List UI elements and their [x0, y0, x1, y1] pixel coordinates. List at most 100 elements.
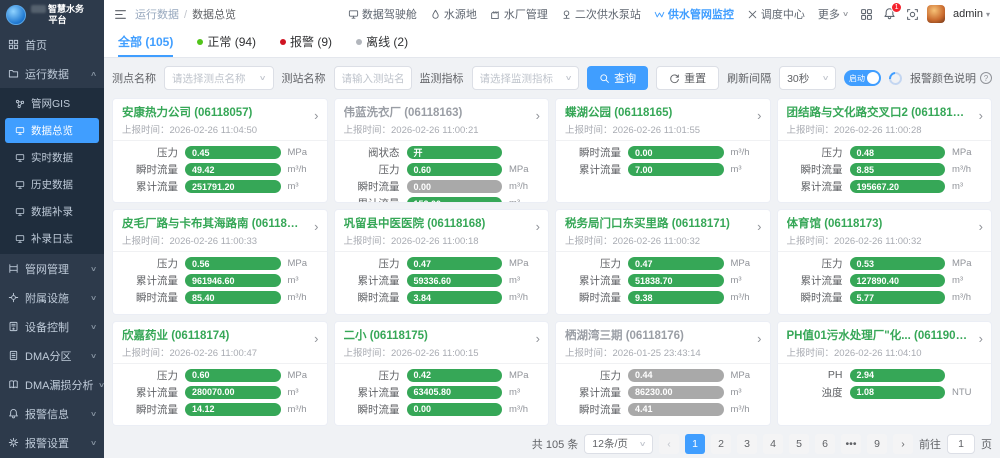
- search-button[interactable]: 查询: [587, 66, 649, 90]
- chevron-right-icon[interactable]: ›: [314, 109, 318, 122]
- station-card[interactable]: 税务局门口东买里路 (06118171) 上报时间：2026-02-26 11:0…: [555, 209, 771, 315]
- metric-unit: m³: [287, 386, 299, 398]
- sidebar-item-dma-leak[interactable]: DMA漏损分析∨: [0, 370, 104, 399]
- chevron-right-icon[interactable]: ›: [757, 332, 761, 345]
- auto-refresh-toggle[interactable]: 启动: [843, 70, 881, 86]
- sidebar-item-run-data[interactable]: 运行数据 ∧: [0, 59, 104, 88]
- monitor-icon: [15, 207, 25, 216]
- chevron-right-icon[interactable]: ›: [979, 332, 983, 345]
- next-page-button[interactable]: ›: [893, 433, 913, 454]
- chevron-right-icon[interactable]: ›: [314, 332, 318, 345]
- page-button-1[interactable]: 1: [685, 433, 705, 454]
- sidebar-item-history-data[interactable]: 历史数据: [0, 171, 104, 198]
- user-menu[interactable]: admin ▾: [953, 8, 990, 20]
- chevron-right-icon[interactable]: ›: [757, 109, 761, 122]
- chevron-right-icon[interactable]: ›: [979, 220, 983, 233]
- apps-grid-icon[interactable]: [860, 7, 873, 21]
- station-card[interactable]: 团结路与文化路交叉口2 (06118166) 上报时间：2026-02-26 11…: [776, 98, 992, 204]
- metric-bar: 7.00: [628, 163, 724, 176]
- metric-row: 压力 0.48 MPa: [787, 146, 983, 159]
- metric-label: 压力: [378, 258, 400, 271]
- gis-icon: [15, 99, 25, 108]
- station-card[interactable]: 安康热力公司 (06118057) 上报时间：2026-02-26 11:04:5…: [112, 98, 328, 204]
- prev-page-button[interactable]: ‹: [659, 433, 679, 454]
- station-card[interactable]: 皮毛厂路与卡布其海路南 (06118167) 上报时间：2026-02-26 11…: [112, 209, 328, 315]
- sidebar-item-alarm-setting[interactable]: 报警设置 ∨: [0, 428, 104, 457]
- sidebar-item-data-supplement[interactable]: 数据补录: [0, 198, 104, 225]
- sidebar-item-alarm-info[interactable]: 报警信息 ∨: [0, 399, 104, 428]
- chevron-right-icon[interactable]: ›: [536, 220, 540, 233]
- sidebar: 智慧水务 平台 首页 运行数据 ∧ 管网GIS 数据总览 实时数据 历史数据 数据补录 补录日志…: [0, 0, 104, 458]
- metric-row: 累计流量 51838.70 m³: [565, 274, 761, 288]
- avatar[interactable]: [927, 5, 946, 23]
- metric-unit: MPa: [287, 147, 308, 158]
- metric-row: PH 2.94: [787, 368, 983, 382]
- nav-item-more[interactable]: 更多 ∨: [818, 6, 849, 22]
- page-size-select[interactable]: 12条/页 ∨: [584, 433, 653, 454]
- page-button-•••[interactable]: •••: [841, 433, 861, 454]
- chevron-right-icon[interactable]: ›: [979, 109, 983, 122]
- site-name-select[interactable]: 请选择测点名称 ∨: [164, 66, 274, 90]
- tab-alarm[interactable]: 报警 (9): [280, 28, 332, 57]
- nav-item-secondary-pump[interactable]: 二次供水泵站: [561, 6, 641, 22]
- sidebar-item-pipe-gis[interactable]: 管网GIS: [0, 90, 104, 117]
- page-button-3[interactable]: 3: [737, 433, 757, 454]
- metric-unit: m³: [730, 164, 742, 175]
- tab-all[interactable]: 全部 (105): [118, 28, 174, 57]
- station-name-input[interactable]: 请输入测站名称: [333, 66, 412, 90]
- refresh-icon: [670, 73, 679, 83]
- metric-bar: 9.38: [628, 291, 724, 305]
- nav-item-water-source[interactable]: 水源地: [430, 6, 477, 22]
- chevron-right-icon[interactable]: ›: [757, 220, 761, 233]
- metric-row: 瞬时流量 85.40 m³/h: [122, 291, 318, 305]
- pagination: 共 105 条 12条/页 ∨ ‹ 1 2 3 4 5 6 ••• 9 › 前往 1 页: [112, 433, 992, 454]
- sidebar-item-realtime-data[interactable]: 实时数据: [0, 144, 104, 171]
- chevron-right-icon[interactable]: ›: [536, 109, 540, 122]
- metric-row: 压力 0.45 MPa: [122, 146, 318, 159]
- chevron-right-icon[interactable]: ›: [536, 332, 540, 345]
- station-card[interactable]: 蝶湖公园 (06118165) 上报时间：2026-02-26 11:01:55 ›…: [555, 98, 771, 204]
- page-button-2[interactable]: 2: [711, 433, 731, 454]
- grid-icon: [8, 39, 19, 50]
- fullscreen-aim-icon[interactable]: [906, 7, 919, 21]
- sidebar-item-pipe-mgmt[interactable]: 管网管理 ∨: [0, 254, 104, 283]
- tab-normal[interactable]: 正常 (94): [197, 28, 256, 57]
- metric-select[interactable]: 请选择监测指标 ∨: [471, 66, 580, 90]
- page-button-4[interactable]: 4: [763, 433, 783, 454]
- station-card[interactable]: PH值01污水处理厂"化... (06119003) 上报时间：2026-02-2…: [776, 320, 992, 426]
- metric-label: 累计流量: [136, 275, 178, 288]
- sidebar-item-data-overview[interactable]: 数据总览: [5, 118, 99, 143]
- page-button-6[interactable]: 6: [815, 433, 835, 454]
- tab-offline[interactable]: 离线 (2): [356, 28, 408, 57]
- sidebar-item-dma-zone[interactable]: DMA分区 ∨: [0, 341, 104, 370]
- nav-item-dispatch-center[interactable]: 调度中心: [747, 6, 805, 22]
- notifications-button[interactable]: 1: [883, 2, 903, 20]
- page-button-9[interactable]: 9: [867, 433, 887, 454]
- nav-item-water-plant[interactable]: 水厂管理: [490, 6, 548, 22]
- chevron-right-icon[interactable]: ›: [314, 220, 318, 233]
- total-count: 共 105 条: [531, 438, 579, 451]
- station-card[interactable]: 巩留县中医医院 (06118168) 上报时间：2026-02-26 11:00:…: [333, 209, 549, 315]
- metric-label: 瞬时流量: [579, 292, 621, 305]
- nav-item-data-cockpit[interactable]: 数据驾驶舱: [348, 6, 417, 22]
- station-card[interactable]: 栖湖湾三期 (06118176) 上报时间：2026-01-25 23:43:14…: [555, 320, 771, 426]
- alarm-color-legend-link[interactable]: 报警颜色说明 ?: [910, 70, 992, 86]
- station-name: 体育馆 (06118173): [786, 218, 883, 231]
- metric-unit: NTU: [952, 386, 972, 398]
- nav-item-supply-network-monitor[interactable]: 供水管网监控: [654, 6, 734, 22]
- station-card[interactable]: 伟蓝洗衣厂 (06118163) 上报时间：2026-02-26 11:00:21…: [333, 98, 549, 204]
- metric-label: 累计流量: [357, 386, 400, 399]
- sidebar-item-supplement-log[interactable]: 补录日志: [0, 225, 104, 252]
- sidebar-item-home[interactable]: 首页: [0, 30, 104, 59]
- sidebar-item-facilities[interactable]: 附属设施 ∨: [0, 283, 104, 312]
- refresh-interval-select[interactable]: 30秒 ∨: [779, 66, 836, 90]
- sidebar-item-device-control[interactable]: 设备控制 ∨: [0, 312, 104, 341]
- station-card[interactable]: 体育馆 (06118173) 上报时间：2026-02-26 11:00:32 › 压…: [776, 209, 992, 315]
- report-time: 上报时间：2026-01-25 23:43:14: [565, 347, 701, 359]
- collapse-sidebar-icon[interactable]: [114, 8, 127, 21]
- goto-page-input[interactable]: 1: [947, 433, 975, 454]
- station-card[interactable]: 二小 (06118175) 上报时间：2026-02-26 11:00:15 › 压力…: [333, 320, 549, 426]
- station-card[interactable]: 欣嘉药业 (06118174) 上报时间：2026-02-26 11:00:47 ›…: [112, 320, 328, 426]
- reset-button[interactable]: 重置: [656, 66, 720, 90]
- page-button-5[interactable]: 5: [789, 433, 809, 454]
